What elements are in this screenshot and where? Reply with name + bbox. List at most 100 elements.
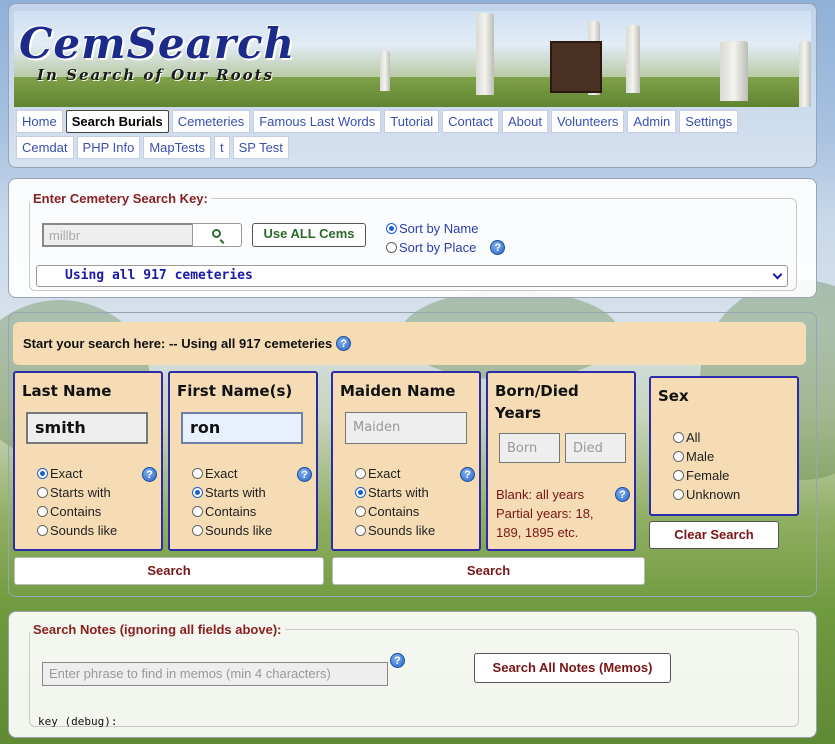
search-button-left[interactable]: Search xyxy=(14,557,324,585)
start-search-bar: Start your search here: -- Using all 917… xyxy=(13,322,806,365)
nav-settings[interactable]: Settings xyxy=(679,110,739,133)
notes-fieldset: Search Notes (ignoring all fields above)… xyxy=(29,622,799,728)
radio[interactable] xyxy=(37,506,48,517)
cemetery-search-button[interactable] xyxy=(192,223,242,247)
help-icon[interactable]: ? xyxy=(142,467,157,482)
born-died-title-line2: Years xyxy=(495,404,542,422)
maiden-contains-option[interactable]: Contains xyxy=(355,502,435,521)
last-name-input[interactable]: smith xyxy=(26,412,148,444)
logo-title: CemSearch xyxy=(19,19,296,68)
radio[interactable] xyxy=(355,506,366,517)
nav-about[interactable]: About xyxy=(501,110,548,133)
sort-place-radio[interactable] xyxy=(386,242,397,253)
born-died-title-line1: Born/Died xyxy=(495,382,579,400)
site-logo[interactable]: CemSearch In Search of Our Roots xyxy=(19,19,296,96)
radio[interactable] xyxy=(673,451,684,462)
nav-maptests[interactable]: MapTests xyxy=(143,136,211,159)
sex-box: Sex All Male Female Unknown xyxy=(649,376,799,516)
nav-cemeteries[interactable]: Cemeteries xyxy=(171,110,251,133)
clear-search-button[interactable]: Clear Search xyxy=(649,521,779,549)
option-label: Contains xyxy=(368,504,420,519)
radio[interactable] xyxy=(673,489,684,500)
first-exact-option[interactable]: Exact xyxy=(192,464,272,483)
last-starts-option[interactable]: Starts with xyxy=(37,483,117,502)
radio[interactable] xyxy=(37,487,48,498)
option-label: Sounds like xyxy=(50,523,118,538)
search-all-notes-button[interactable]: Search All Notes (Memos) xyxy=(474,653,671,683)
died-year-input[interactable]: Died xyxy=(565,433,626,463)
nav-t[interactable]: t xyxy=(213,136,230,159)
radio[interactable] xyxy=(673,432,684,443)
first-name-options: Exact Starts with Contains Sounds like xyxy=(192,464,272,540)
radio[interactable] xyxy=(192,506,203,517)
cemetery-select[interactable]: Using all 917 cemeteries xyxy=(36,265,788,287)
radio[interactable] xyxy=(192,525,203,536)
first-name-input[interactable]: ron xyxy=(181,412,303,444)
maiden-starts-option[interactable]: Starts with xyxy=(355,483,435,502)
maiden-exact-option[interactable]: Exact xyxy=(355,464,435,483)
first-name-title: First Name(s) xyxy=(177,382,293,400)
nav-famous-last-words[interactable]: Famous Last Words xyxy=(253,110,382,133)
search-button-right[interactable]: Search xyxy=(332,557,645,585)
help-icon[interactable]: ? xyxy=(336,336,352,351)
option-label: Contains xyxy=(205,504,257,519)
first-starts-option[interactable]: Starts with xyxy=(192,483,272,502)
last-contains-option[interactable]: Contains xyxy=(37,502,117,521)
gravestone-image xyxy=(720,41,748,101)
nav-php-info[interactable]: PHP Info xyxy=(76,136,141,159)
nav-search-burials[interactable]: Search Burials xyxy=(65,110,169,133)
help-icon[interactable]: ? xyxy=(490,240,506,255)
radio[interactable] xyxy=(355,525,366,536)
maiden-name-options: Exact Starts with Contains Sounds like xyxy=(355,464,435,540)
option-label: Starts with xyxy=(50,485,111,500)
first-name-box: First Name(s) ron Exact Starts with Cont… xyxy=(168,371,318,551)
sort-name-radio[interactable] xyxy=(386,223,397,234)
sex-all-option[interactable]: All xyxy=(673,428,740,447)
nav-contact[interactable]: Contact xyxy=(442,110,499,133)
sort-by-name-option[interactable]: Sort by Name xyxy=(386,221,478,236)
last-exact-option[interactable]: Exact xyxy=(37,464,117,483)
maiden-name-input[interactable]: Maiden xyxy=(345,412,467,444)
radio[interactable] xyxy=(673,470,684,481)
nav-cemdat[interactable]: Cemdat xyxy=(16,136,74,159)
cemetery-panel: Enter Cemetery Search Key: millbr Use AL… xyxy=(8,178,817,298)
option-label: Contains xyxy=(50,504,102,519)
start-search-text: Start your search here: -- Using all 917… xyxy=(23,336,333,351)
sex-male-option[interactable]: Male xyxy=(673,447,740,466)
help-icon[interactable]: ? xyxy=(615,487,630,502)
radio[interactable] xyxy=(37,468,48,479)
help-icon[interactable]: ? xyxy=(460,467,475,482)
first-contains-option[interactable]: Contains xyxy=(192,502,272,521)
last-name-options: Exact Starts with Contains Sounds like xyxy=(37,464,117,540)
sex-female-option[interactable]: Female xyxy=(673,466,740,485)
sex-unknown-option[interactable]: Unknown xyxy=(673,485,740,504)
use-all-cems-button[interactable]: Use ALL Cems xyxy=(252,223,366,247)
first-sounds-option[interactable]: Sounds like xyxy=(192,521,272,540)
nav-sp-test[interactable]: SP Test xyxy=(232,136,289,159)
radio[interactable] xyxy=(355,468,366,479)
option-label: Exact xyxy=(368,466,401,481)
radio[interactable] xyxy=(37,525,48,536)
born-year-input[interactable]: Born xyxy=(499,433,560,463)
maiden-name-box: Maiden Name Maiden Exact Starts with Con… xyxy=(331,371,481,551)
main-nav: Home Search Burials Cemeteries Famous La… xyxy=(16,110,806,162)
nav-volunteers[interactable]: Volunteers xyxy=(550,110,625,133)
nav-tutorial[interactable]: Tutorial xyxy=(384,110,440,133)
plaque-image xyxy=(550,41,602,93)
radio[interactable] xyxy=(355,487,366,498)
sort-by-place-option[interactable]: Sort by Place ? xyxy=(386,240,506,255)
sort-name-label: Sort by Name xyxy=(399,221,479,236)
help-icon[interactable]: ? xyxy=(297,467,312,482)
last-sounds-option[interactable]: Sounds like xyxy=(37,521,117,540)
chevron-down-icon xyxy=(772,269,783,280)
sex-title: Sex xyxy=(658,387,689,405)
year-hint-line3: 189, 1895 etc. xyxy=(496,525,579,540)
cemetery-key-input[interactable]: millbr xyxy=(42,223,192,247)
nav-home[interactable]: Home xyxy=(16,110,63,133)
notes-search-input[interactable]: Enter phrase to find in memos (min 4 cha… xyxy=(42,662,388,686)
radio[interactable] xyxy=(192,487,203,498)
help-icon[interactable]: ? xyxy=(390,653,405,668)
radio[interactable] xyxy=(192,468,203,479)
nav-admin[interactable]: Admin xyxy=(627,110,677,133)
maiden-sounds-option[interactable]: Sounds like xyxy=(355,521,435,540)
